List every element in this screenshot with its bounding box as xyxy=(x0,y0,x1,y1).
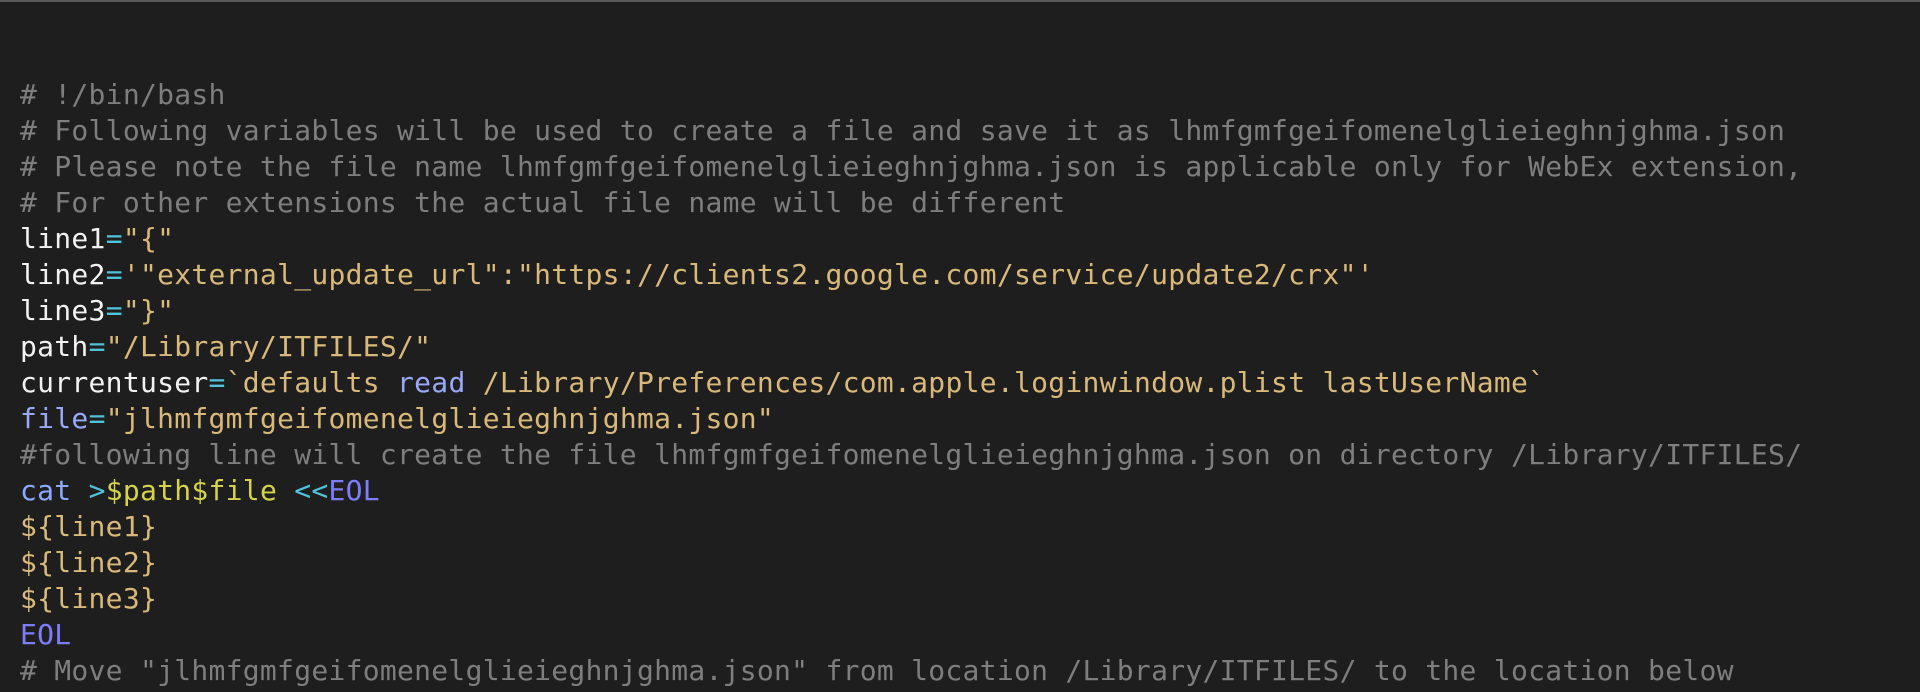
code-editor[interactable]: # !/bin/bash # Following variables will b… xyxy=(0,0,1920,692)
code-line[interactable]: EOL xyxy=(20,617,1920,653)
code-token-variable: $path$file xyxy=(105,474,278,507)
code-token-string: ${line3} xyxy=(20,582,158,615)
code-token-operator: << xyxy=(294,474,329,507)
code-token-comment: # Move "jlhmfgmfgeifomenelglieieghnjghma… xyxy=(20,654,1734,687)
code-token-plain: currentuser xyxy=(20,366,209,399)
code-line[interactable]: # Please note the file name lhmfgmfgeifo… xyxy=(20,149,1920,185)
code-token-string: '"external_update_url":"https://clients2… xyxy=(122,258,1374,291)
code-token-heredoc: EOL xyxy=(328,474,380,507)
code-token-comment: # !/bin/bash xyxy=(20,78,226,111)
code-token-comment: # For other extensions the actual file n… xyxy=(20,186,1066,219)
code-line[interactable]: cat >$path$file <<EOL xyxy=(20,473,1920,509)
code-token-string: "jlhmfgmfgeifomenelglieieghnjghma.json" xyxy=(105,402,775,435)
code-line[interactable]: ${line1} xyxy=(20,509,1920,545)
code-line[interactable]: # For other extensions the actual file n… xyxy=(20,185,1920,221)
code-token-string: /Library/Preferences/com.apple.loginwind… xyxy=(465,366,1546,399)
code-line[interactable]: ${line3} xyxy=(20,581,1920,617)
code-line[interactable]: line3="}" xyxy=(20,293,1920,329)
code-token-operator: = xyxy=(105,222,123,255)
code-token-plain: line1 xyxy=(20,222,106,255)
code-line[interactable]: line2='"external_update_url":"https://cl… xyxy=(20,257,1920,293)
code-line[interactable]: file="jlhmfgmfgeifomenelglieieghnjghma.j… xyxy=(20,401,1920,437)
code-token-operator: = xyxy=(88,402,106,435)
code-token-plain: path xyxy=(20,330,89,363)
code-token-builtin: cat xyxy=(20,474,72,507)
code-token-operator: = xyxy=(88,330,106,363)
code-token-comment: # Following variables will be used to cr… xyxy=(20,114,1786,147)
code-line[interactable]: currentuser=`defaults read /Library/Pref… xyxy=(20,365,1920,401)
code-line[interactable]: #following line will create the file lhm… xyxy=(20,437,1920,473)
code-token-comment: # Please note the file name lhmfgmfgeifo… xyxy=(20,150,1803,183)
code-line[interactable]: line1="{" xyxy=(20,221,1920,257)
code-token-string: "/Library/ITFILES/" xyxy=(105,330,432,363)
code-token-string: "}" xyxy=(122,294,175,327)
code-token-comment: #following line will create the file lhm… xyxy=(20,438,1803,471)
code-lines: # !/bin/bash # Following variables will b… xyxy=(20,77,1920,692)
code-token-string: "{" xyxy=(122,222,175,255)
code-line[interactable]: # Move "jlhmfgmfgeifomenelglieieghnjghma… xyxy=(20,653,1920,689)
code-token-operator: = xyxy=(105,258,123,291)
code-token-string: ${line2} xyxy=(20,546,158,579)
code-token-plain: line2 xyxy=(20,258,106,291)
code-line[interactable]: ${line2} xyxy=(20,545,1920,581)
code-token-string: `defaults xyxy=(225,366,398,399)
code-token-operator: = xyxy=(105,294,123,327)
code-token-operator: > xyxy=(88,474,106,507)
code-token-keyword_var: file xyxy=(20,402,89,435)
code-token-keyword_var: read xyxy=(397,366,466,399)
code-line[interactable]: # !/bin/bash xyxy=(20,77,1920,113)
code-token-heredoc: EOL xyxy=(20,618,72,651)
code-line[interactable]: # Following variables will be used to cr… xyxy=(20,113,1920,149)
code-token-plain: line3 xyxy=(20,294,106,327)
code-line[interactable]: path="/Library/ITFILES/" xyxy=(20,329,1920,365)
code-token-operator: = xyxy=(208,366,226,399)
code-token-string: ${line1} xyxy=(20,510,158,543)
